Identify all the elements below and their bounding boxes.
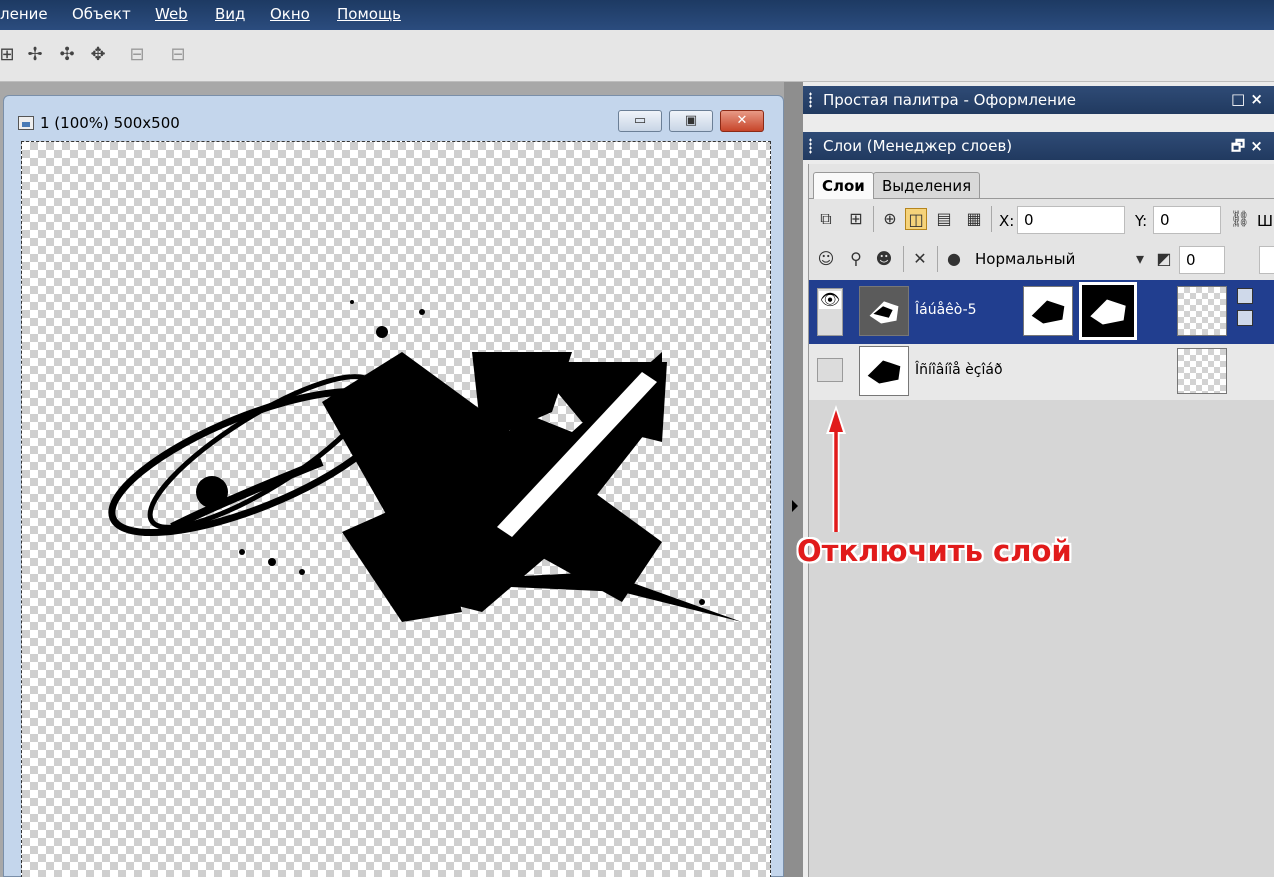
align-vcenter-icon[interactable]: ✢ [24,44,46,66]
x-position-input[interactable]: 0 [1017,206,1125,234]
toolbar: ⊞ ✢ ✣ ✥ ⊟ ⊟ [0,30,1274,82]
menu-bar: ление Объект Web Вид Окно Помощь [0,0,1274,30]
distribute-h-icon[interactable]: ⊟ [126,44,148,66]
opacity-icon: ◩ [1156,249,1172,268]
panel-splitter[interactable] [784,82,803,877]
layer-tools-row-2: ☺ ⚲ ☻ ✕ ● Нормальный ▾ ◩ 0 [809,240,1274,280]
menu-help[interactable]: Помощь [337,5,401,23]
width-label: Ш [1257,212,1274,230]
menu-web[interactable]: Web [155,5,188,23]
blend-mode-icon[interactable]: ● [943,248,965,270]
workspace: 1 (100%) 500x500 ▭ ▣ ✕ [0,82,803,877]
layer-alpha-thumb [1177,286,1227,336]
link-icon[interactable]: ⛓ [1229,208,1251,230]
image-canvas[interactable] [21,141,771,877]
separator [903,246,904,272]
visibility-toggle-off[interactable] [817,358,843,382]
document-title: 1 (100%) 500x500 [18,114,180,132]
layer-mask-icon[interactable]: ☺ [815,248,837,270]
palette-panel-controls[interactable]: □ × [1231,90,1263,108]
view-layer-icon[interactable]: ◫ [905,208,927,230]
tab-selections[interactable]: Выделения [873,172,981,198]
layer-mask-add-icon[interactable]: ☻ [873,248,895,270]
layers-panel-title: Слои (Менеджер слоев) [823,137,1013,155]
y-position-input[interactable]: 0 [1153,206,1221,234]
opacity-input[interactable]: 0 [1179,246,1225,274]
separator [873,206,874,232]
grip-icon[interactable] [809,138,812,154]
layer-props-icon[interactable]: ▤ [933,208,955,230]
menu-view[interactable]: Вид [215,5,245,23]
layer-row-object-5[interactable]: 👁 Îáúåêò-5 [809,280,1274,344]
align-hcenter-icon[interactable]: ✣ [56,44,78,66]
layer-thumbnail [859,286,909,336]
separator [991,206,992,232]
menu-edit[interactable]: ление [0,5,48,23]
layers-panel-header[interactable]: Слои (Менеджер слоев) 🗗 × [803,132,1274,160]
layer-list: 👁 Îáúåêò-5 Îñíîâíîå èçîáð [809,280,1274,877]
visibility-toggle[interactable]: 👁 [817,288,843,336]
palette-panel-title: Простая палитра - Оформление [823,91,1076,109]
menu-object[interactable]: Объект [72,5,131,23]
collapse-arrow-icon[interactable] [792,500,798,512]
document-icon [18,116,34,130]
tab-divider [809,198,1274,199]
layer-mask-link-icon[interactable] [1237,310,1253,326]
layer-content-thumb [1023,286,1073,336]
annotation-label: Отключить слой [797,534,1072,568]
palette-panel-header[interactable]: Простая палитра - Оформление □ × [803,86,1274,114]
layer-effects-icon[interactable]: ⚲ [845,248,867,270]
extra-input[interactable] [1259,246,1274,274]
layer-style-icon[interactable] [1237,288,1253,304]
layer-image-icon[interactable]: ▦ [963,208,985,230]
grunge-x-artwork [108,300,742,622]
delete-layer-icon[interactable]: ✕ [909,248,931,270]
close-button[interactable]: ✕ [720,110,764,132]
distribute-v-icon[interactable]: ⊟ [167,44,189,66]
menu-window[interactable]: Окно [270,5,310,23]
layers-panel: Слои Выделения ⧉ ⊞ ⊕ ◫ ▤ ▦ X: 0 Y: 0 ⛓ Ш… [808,164,1274,877]
blend-mode-select[interactable]: Нормальный [969,246,1129,274]
align-center-icon[interactable]: ✥ [87,44,109,66]
layer-name[interactable]: Îáúåêò-5 [915,302,977,318]
layer-thumbnail [859,346,909,396]
tab-layers[interactable]: Слои [813,172,874,199]
separator [937,246,938,272]
right-dock: Простая палитра - Оформление □ × Слои (М… [803,82,1274,877]
layers-panel-controls[interactable]: 🗗 × [1231,136,1263,161]
layer-alpha-thumb [1177,348,1227,394]
y-label: Y: [1135,212,1148,230]
copy-layer-icon[interactable]: ⊞ [845,208,867,230]
layer-mask-thumb[interactable] [1079,282,1137,340]
grip-icon[interactable] [809,92,812,108]
document-title-text: 1 (100%) 500x500 [40,114,180,132]
align-top-icon[interactable]: ⊞ [0,44,18,66]
document-window[interactable]: 1 (100%) 500x500 ▭ ▣ ✕ [3,95,784,877]
zoom-layer-icon[interactable]: ⊕ [879,208,901,230]
new-layer-icon[interactable]: ⧉ [815,208,837,230]
restore-button[interactable]: ▣ [669,110,713,132]
minimize-button[interactable]: ▭ [618,110,662,132]
layer-name[interactable]: Îñíîâíîå èçîáð [915,362,1003,378]
layer-row-background[interactable]: Îñíîâíîå èçîáð [809,344,1274,400]
layer-tools-row-1: ⧉ ⊞ ⊕ ◫ ▤ ▦ X: 0 Y: 0 ⛓ Ш [809,200,1274,240]
chevron-down-icon[interactable]: ▾ [1129,248,1151,270]
eye-icon[interactable]: 👁 [819,291,841,309]
x-label: X: [999,212,1015,230]
